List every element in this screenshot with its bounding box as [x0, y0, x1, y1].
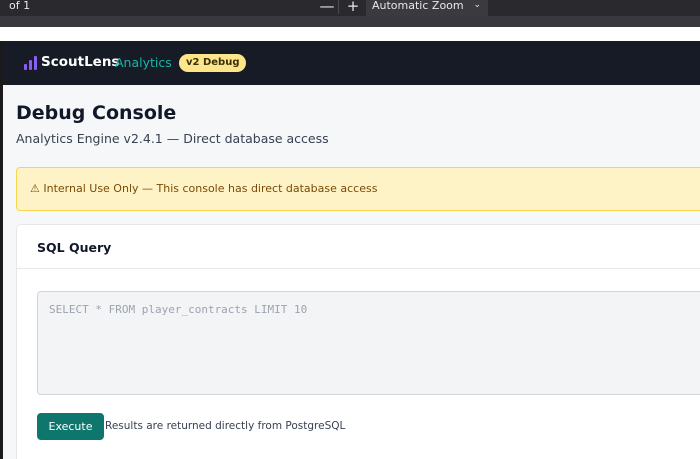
- toolbar-shadow: [0, 16, 700, 27]
- card-header: SQL Query: [17, 225, 700, 269]
- zoom-in-button[interactable]: +: [343, 0, 363, 15]
- zoom-select[interactable]: Automatic Zoom ⌄: [366, 0, 488, 16]
- zoom-out-button[interactable]: —: [317, 0, 337, 15]
- warning-text: Internal Use Only — This console has dir…: [43, 182, 378, 195]
- logo-bar: [24, 64, 27, 70]
- version-badge: v2 Debug: [179, 54, 247, 72]
- page: ScoutLens Analytics v2 Debug Debug Conso…: [3, 41, 700, 459]
- zoom-value: Automatic Zoom: [372, 0, 464, 12]
- results-note: Results are returned directly from Postg…: [105, 420, 346, 432]
- chevron-down-icon: ⌄: [473, 0, 481, 10]
- sql-query-input[interactable]: [37, 291, 700, 395]
- logo-bar: [29, 60, 32, 70]
- page-subtitle: Analytics Engine v2.4.1 — Direct databas…: [16, 131, 329, 146]
- warning-banner: ⚠ Internal Use Only — This console has d…: [16, 167, 700, 211]
- app-header: ScoutLens Analytics v2 Debug: [3, 41, 700, 85]
- logo-bar: [34, 56, 37, 70]
- viewer-toolbar: of 1 — + Automatic Zoom ⌄: [0, 0, 700, 16]
- warning-icon: ⚠: [30, 182, 40, 195]
- sql-query-card: SQL Query Execute Results are returned d…: [16, 224, 700, 459]
- brand-name[interactable]: ScoutLens: [41, 54, 119, 70]
- page-title: Debug Console: [16, 102, 177, 124]
- toolbar-divider: [338, 0, 339, 14]
- card-title: SQL Query: [37, 240, 112, 255]
- page-gap: [0, 27, 700, 41]
- bar-chart-logo-icon: [24, 56, 38, 70]
- brand-accent: Analytics: [115, 55, 172, 70]
- execute-button[interactable]: Execute: [37, 413, 104, 440]
- page-count: of 1: [9, 0, 31, 12]
